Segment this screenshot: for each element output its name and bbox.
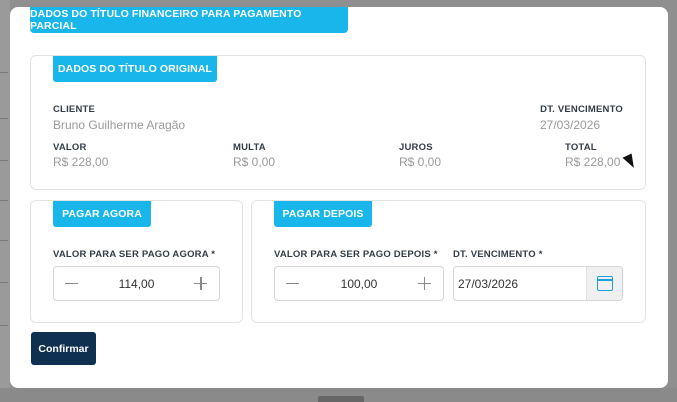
pay-later-amount-value[interactable]: 100,00 bbox=[341, 277, 378, 291]
calendar-button[interactable] bbox=[586, 267, 622, 300]
background-divider bbox=[0, 160, 8, 161]
original-title-section-title: DADOS DO TÍTULO ORIGINAL bbox=[53, 56, 217, 82]
due-date-value: 27/03/2026 bbox=[540, 118, 601, 132]
background-divider bbox=[0, 72, 8, 73]
pay-later-amount-stepper[interactable]: 100,00 bbox=[274, 266, 444, 301]
partial-payment-modal: DADOS DO TÍTULO FINANCEIRO PARA PAGAMENT… bbox=[10, 7, 668, 388]
pay-later-due-date-field[interactable]: 27/03/2026 bbox=[453, 266, 623, 301]
multa-label: MULTA bbox=[233, 142, 266, 153]
pay-later-section-title: PAGAR DEPOIS bbox=[274, 201, 372, 227]
background-divider bbox=[0, 240, 8, 241]
background-divider bbox=[0, 325, 8, 326]
background-footer-tab bbox=[318, 396, 364, 402]
background-divider bbox=[0, 118, 8, 119]
total-label: TOTAL bbox=[565, 142, 597, 153]
valor-label: VALOR bbox=[53, 142, 87, 153]
pay-now-amount-stepper[interactable]: 114,00 bbox=[53, 266, 220, 301]
valor-value: R$ 228,00 bbox=[53, 155, 109, 169]
original-title-card: DADOS DO TÍTULO ORIGINAL CLIENTE Bruno G… bbox=[30, 55, 646, 190]
pay-now-card: PAGAR AGORA VALOR PARA SER PAGO AGORA * … bbox=[30, 200, 243, 323]
juros-value: R$ 0,00 bbox=[399, 155, 442, 169]
plus-icon[interactable] bbox=[417, 276, 433, 292]
total-value: R$ 228,00 bbox=[565, 155, 621, 169]
pay-now-section-title: PAGAR AGORA bbox=[53, 201, 151, 227]
calendar-icon bbox=[596, 276, 613, 291]
background-divider bbox=[0, 282, 8, 283]
pay-later-amount-label: VALOR PARA SER PAGO DEPOIS * bbox=[274, 249, 438, 260]
multa-value: R$ 0,00 bbox=[233, 155, 276, 169]
confirm-button[interactable]: Confirmar bbox=[31, 332, 96, 365]
pay-later-due-date-label: DT. VENCIMENTO * bbox=[453, 249, 543, 260]
pay-later-card: PAGAR DEPOIS VALOR PARA SER PAGO DEPOIS … bbox=[251, 200, 646, 323]
background-divider bbox=[0, 200, 8, 201]
modal-title: DADOS DO TÍTULO FINANCEIRO PARA PAGAMENT… bbox=[30, 7, 348, 33]
minus-icon[interactable] bbox=[64, 276, 80, 292]
cliente-label: CLIENTE bbox=[53, 104, 96, 115]
juros-label: JUROS bbox=[399, 142, 433, 153]
pay-later-due-date-value[interactable]: 27/03/2026 bbox=[458, 277, 518, 291]
cliente-value: Bruno Guilherme Aragão bbox=[53, 118, 186, 132]
plus-icon[interactable] bbox=[193, 276, 209, 292]
pay-now-amount-label: VALOR PARA SER PAGO AGORA * bbox=[53, 249, 216, 260]
pay-now-amount-value[interactable]: 114,00 bbox=[119, 277, 155, 291]
background-page bbox=[0, 0, 10, 402]
minus-icon[interactable] bbox=[285, 276, 301, 292]
due-date-label: DT. VENCIMENTO bbox=[540, 104, 623, 115]
